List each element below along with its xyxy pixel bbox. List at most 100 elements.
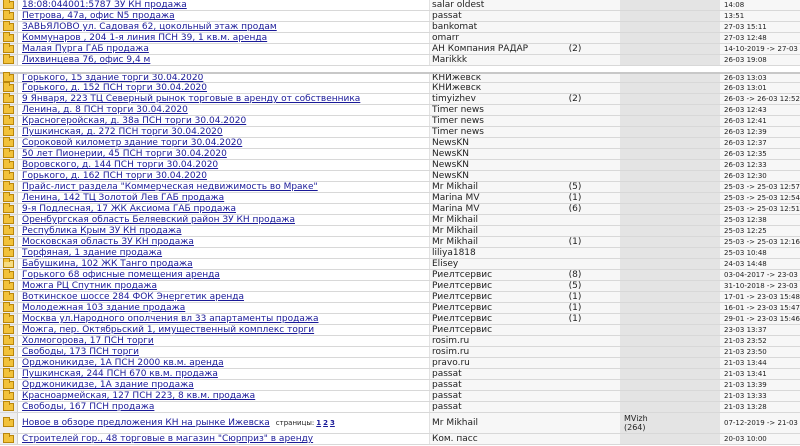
topic-link[interactable]: Лихвинцева 76, офис 9,4 м [22,55,150,65]
last-poster-cell [620,402,720,412]
author-cell: АН Компания РАДАР [429,44,530,54]
topic-link[interactable]: 50 лет Пионерии, 45 ПСН торги 30.04.2020 [22,149,227,159]
topic-row: Новое в обзоре предложения КН на рынке И… [0,413,800,434]
topic-link[interactable]: Можга, пер. Октябрьский 1, имущественный… [22,325,314,335]
topic-link[interactable]: Горького, д. 162 ПСН торги 30.04.2020 [22,171,207,181]
topic-link[interactable]: Горького, 15 здание торги 30.04.2020 [22,74,203,82]
topic-link[interactable]: Торфяная, 1 здание продажа [22,248,162,258]
topic-link[interactable]: Новое в обзоре предложения КН на рынке И… [22,418,270,428]
topic-cell: 50 лет Пионерии, 45 ПСН торги 30.04.2020 [18,149,429,159]
author-cell: NewsKN [429,149,530,159]
topic-link[interactable]: Орджоникидзе, 1А здание продажа [22,380,194,390]
replies-cell [530,259,620,269]
topic-link[interactable]: Московская область ЗУ КН продажа [22,237,194,247]
page-link[interactable]: 3 [330,419,335,427]
replies-cell [530,226,620,236]
topic-author: pravo.ru [432,358,470,368]
page-links: страницы: 1 2 3 [276,419,335,427]
topic-cell: Оренбургская область Беляевский район ЗУ… [18,215,429,225]
topic-link[interactable]: Воткинское шоссе 284 ФОК Энергетик аренд… [22,292,244,302]
date-cell: 26-03 12:37 [720,138,800,148]
topic-status-cell [0,126,18,137]
topic-link[interactable]: Холмогорова, 17 ПСН торги [22,336,154,346]
topic-link[interactable]: 9-я Подлесная, 17 ЖК Аксиома ГАБ продажа [22,204,236,214]
author-cell: NewsKN [429,138,530,148]
date-cell: 26-03 12:33 [720,160,800,170]
topic-link[interactable]: Бабушкина, 102 ЖК Танго продажа [22,259,193,269]
topic-link[interactable]: Петрова, 47а, офис N5 продажа [22,11,175,21]
topic-cell: Прайс-лист раздела "Коммерческая недвижи… [18,182,429,192]
topic-status-cell [0,192,18,203]
topic-link[interactable]: 9 Января, 223 ТЦ Северный рынок торговые… [22,94,360,104]
author-cell: Timer news [429,127,530,137]
last-post-date: 14-10-2019 -> 27-03 12:03 [724,45,800,53]
topic-link[interactable]: ЗАВЬЯЛОВО ул. Садовая 62, цокольный этаж… [22,22,277,32]
folder-icon [3,72,14,82]
date-cell: 17-01 -> 23-03 15:48 [720,292,800,302]
topic-cell: Петрова, 47а, офис N5 продажа [18,11,429,21]
topic-status-cell [0,214,18,225]
topic-author: passat [432,11,462,21]
replies-cell [530,358,620,368]
topic-link[interactable]: Прайс-лист раздела "Коммерческая недвижи… [22,182,318,192]
page-link[interactable]: 1 [316,419,321,427]
topic-link[interactable]: Пушкинская, д. 272 ПСН торги 30.04.2020 [22,127,223,137]
date-cell: 27-03 12:48 [720,33,800,43]
topic-link[interactable]: Молодежная 103 здание продажа [22,303,185,313]
date-cell: 29-01 -> 23-03 15:46 [720,314,800,324]
topic-row: Свободы, 167 ПСН продажа passat 21-03 13… [0,401,800,413]
topic-link[interactable]: Орджоникидзе, 1А ПСН 2000 кв.м. аренда [22,358,224,368]
topic-link[interactable]: Можга РЦ Спутник продажа [22,281,157,291]
replies-cell [530,391,620,401]
topic-status-cell [0,10,18,21]
topic-link[interactable]: Свободы, 167 ПСН продажа [22,402,154,412]
topic-link[interactable]: Малая Пурга ГАБ продажа [22,44,149,54]
topic-link[interactable]: Свободы, 173 ПСН торги [22,347,139,357]
last-poster-cell [620,83,720,93]
topic-cell: Орджоникидзе, 1А ПСН 2000 кв.м. аренда [18,358,429,368]
page-link[interactable]: 2 [323,419,328,427]
topic-link[interactable]: Ленина, 142 ТЦ Золотой Лев ГАБ продажа [22,193,224,203]
topic-cell: Московская область ЗУ КН продажа [18,237,429,247]
date-cell: 21-03 13:41 [720,369,800,379]
last-poster-cell [620,11,720,21]
topic-link[interactable]: Горького, д. 152 ПСН торги 30.04.2020 [22,83,207,93]
topic-link[interactable]: Москва ул.Народного ополчения вл 33 апар… [22,314,319,324]
topic-status-cell [0,104,18,115]
topic-link[interactable]: Горького 68 офисные помещения аренда [22,270,220,280]
last-post-date: 21-03 13:44 [724,359,767,367]
topic-cell: Новое в обзоре предложения КН на рынке И… [18,413,429,433]
topic-status-cell [0,368,18,379]
author-cell: Mr Mikhail [429,182,530,192]
topic-cell: Горького, д. 162 ПСН торги 30.04.2020 [18,171,429,181]
date-cell: 27-03 15:11 [720,22,800,32]
date-cell: 14:08 [720,0,800,10]
author-cell: salar oldest [429,0,530,10]
topic-link[interactable]: Красноармейская, 127 ПСН 223, 8 кв.м. пр… [22,391,255,401]
last-poster-cell [620,380,720,390]
topic-link[interactable]: Строителей гор., 48 торговые в магазин "… [22,434,313,444]
replies-cell [530,248,620,258]
last-post-date: 07-12-2019 -> 21-03 00:52 [724,419,800,427]
topic-row: Республика Крым ЗУ КН продажа Mr Mikhail… [0,225,800,237]
reply-count: (1) [568,193,582,203]
topic-row: Торфяная, 1 здание продажа liliya1818 25… [0,247,800,259]
topic-author: salar oldest [432,0,485,10]
topic-row: Воткинское шоссе 284 ФОК Энергетик аренд… [0,291,800,303]
topic-link[interactable]: 18:08:044001:5787 ЗУ КН продажа [22,0,187,10]
topic-status-cell [0,21,18,32]
topic-link[interactable]: Сороковой километр здание торги 30.04.20… [22,138,242,148]
topic-link[interactable]: Коммунаров , 204 1-я линия ПСН 39, 1 кв.… [22,33,267,43]
topic-author: Риелтсервис [432,303,493,313]
topic-row: Красноармейская, 127 ПСН 223, 8 кв.м. пр… [0,390,800,402]
topic-link[interactable]: Республика Крым ЗУ КН продажа [22,226,182,236]
topic-link[interactable]: Оренбургская область Беляевский район ЗУ… [22,215,295,225]
replies-cell [530,160,620,170]
topic-link[interactable]: Воровского, д. 144 ПСН торги 30.04.2020 [22,160,218,170]
topic-link[interactable]: Ленина, д. 8 ПСН торги 30.04.2020 [22,105,188,115]
topic-cell: Можга, пер. Октябрьский 1, имущественный… [18,325,429,335]
topic-link[interactable]: Красногеройская, д. 38а ПСН торги 30.04.… [22,116,246,126]
topic-status-cell [0,335,18,346]
last-post-date: 31-10-2018 -> 23-03 15:56 [724,282,800,290]
topic-link[interactable]: Пушкинская, 244 ПСН 670 кв.м. продажа [22,369,218,379]
